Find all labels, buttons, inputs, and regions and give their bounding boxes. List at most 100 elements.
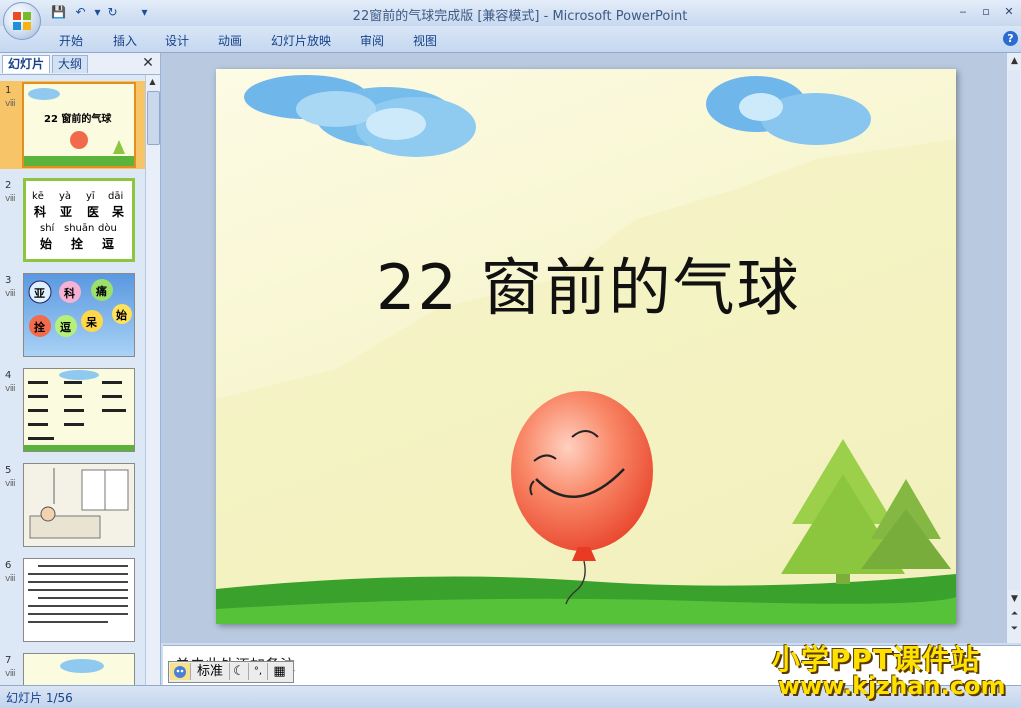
slide-thumbnail-1[interactable]: 22 窗前的气球 — [22, 82, 136, 168]
thumbnail-4-art — [24, 370, 134, 451]
slide-number: 5 — [5, 465, 12, 476]
slide-title[interactable]: 22 窗前的气球 — [376, 237, 801, 327]
thumbnail-row[interactable]: 7 ⅷ — [0, 651, 145, 685]
thumbnail-row[interactable]: 3 ⅷ 亚 科 痛 拴 逗 呆 始 — [0, 271, 145, 359]
tab-view[interactable]: 视图 — [413, 32, 437, 49]
thumbnail-1-title: 22 窗前的气球 — [44, 114, 112, 125]
balloon-char: 始 — [116, 309, 127, 322]
redo-icon[interactable]: ↻ — [104, 4, 121, 20]
pinyin: yà — [59, 191, 72, 202]
undo-icon[interactable]: ↶ — [72, 4, 89, 20]
slide-number: 6 — [5, 560, 12, 571]
thumbnail-7-art — [60, 659, 104, 673]
ime-keyboard-icon[interactable]: ▦ — [268, 663, 291, 680]
scroll-track[interactable] — [1008, 70, 1020, 590]
close-icon[interactable]: ✕ — [140, 55, 156, 71]
thumbnail-row[interactable]: 5 ⅷ — [0, 461, 145, 549]
tab-review[interactable]: 审阅 — [360, 32, 384, 49]
slide-number: 1 — [5, 85, 12, 96]
pinyin: shuān — [64, 223, 95, 234]
thumbnail-list: 1 ⅷ 22 窗前的气球 2 ⅷ kē yà yī dāi 科 亚 医 呆 sh… — [0, 75, 145, 685]
slide-thumbnail-6[interactable] — [23, 558, 135, 642]
thumbnail-1-art — [24, 88, 134, 166]
save-icon[interactable]: 💾 — [50, 4, 67, 20]
balloon-char: 亚 — [34, 287, 45, 300]
scroll-down-icon[interactable]: ▼ — [1008, 593, 1021, 606]
thumbnail-row[interactable]: 2 ⅷ kē yà yī dāi 科 亚 医 呆 shí shuān dòu 始… — [0, 176, 145, 264]
balloon-char: 痛 — [96, 285, 107, 298]
slide-number: 3 — [5, 275, 12, 286]
hanzi: 医 — [87, 205, 100, 219]
slide-thumbnail-7[interactable] — [23, 653, 135, 685]
scroll-up-icon[interactable]: ▲ — [1008, 55, 1021, 68]
restore-button[interactable]: ▫ — [975, 3, 997, 20]
ime-punctuation-icon[interactable]: °, — [249, 663, 268, 680]
pinyin: yī — [86, 191, 95, 202]
slides-panel: 幻灯片 大纲 ✕ 1 ⅷ 22 窗前的气球 2 ⅷ kē yà yī dāi 科… — [0, 53, 161, 685]
thumbnail-scrollbar[interactable]: ▲ — [145, 75, 160, 685]
ime-mode-button[interactable]: 标准 — [191, 663, 230, 680]
cloud-right-icon — [706, 76, 871, 145]
tab-design[interactable]: 设计 — [165, 32, 189, 49]
slide-thumbnail-5[interactable] — [23, 463, 135, 547]
ribbon-tab-bar — [0, 26, 1021, 53]
office-button[interactable] — [3, 2, 41, 40]
cloud-left-icon — [244, 75, 476, 157]
hanzi: 亚 — [60, 205, 73, 219]
tab-home[interactable]: 开始 — [59, 32, 83, 49]
thumbnail-6-text-art — [28, 565, 128, 623]
scroll-thumb[interactable] — [147, 91, 160, 145]
tab-animations[interactable]: 动画 — [218, 32, 242, 49]
pinyin: kē — [32, 191, 44, 202]
slide-scrollbar[interactable]: ▲ ▼ ⏶ ⏷ — [1006, 53, 1021, 643]
customize-toolbar-icon[interactable]: ▾ — [136, 4, 153, 20]
ime-logo-icon[interactable] — [170, 663, 191, 680]
animation-icon: ⅷ — [5, 289, 16, 299]
animation-icon: ⅷ — [5, 574, 16, 584]
tab-slides[interactable]: 幻灯片 — [2, 55, 51, 73]
help-icon[interactable]: ? — [1003, 31, 1018, 46]
next-slide-icon[interactable]: ⏷ — [1008, 623, 1021, 636]
tab-outline[interactable]: 大纲 — [52, 55, 89, 73]
close-button[interactable]: ✕ — [998, 3, 1020, 20]
slide-background-art — [216, 75, 956, 624]
slide-thumbnail-4[interactable] — [23, 368, 135, 452]
ime-halfwidth-icon[interactable]: ☾ — [230, 663, 249, 680]
panel-tabs: 幻灯片 大纲 ✕ — [0, 53, 160, 75]
slide-number: 2 — [5, 180, 12, 191]
previous-slide-icon[interactable]: ⏶ — [1008, 608, 1021, 621]
balloon-char: 呆 — [86, 316, 97, 329]
office-logo-icon — [13, 12, 31, 30]
minimize-button[interactable]: ‒ — [952, 3, 974, 20]
hanzi: 拴 — [71, 237, 84, 251]
animation-icon: ⅷ — [5, 194, 16, 204]
animation-icon: ⅷ — [5, 669, 16, 679]
hanzi: 逗 — [102, 237, 115, 251]
hanzi: 呆 — [112, 205, 125, 219]
slide-number: 7 — [5, 655, 12, 666]
slide-number: 4 — [5, 370, 12, 381]
thumbnail-row[interactable]: 1 ⅷ 22 窗前的气球 — [0, 81, 145, 169]
animation-icon: ⅷ — [5, 479, 16, 489]
balloon-char: 科 — [64, 287, 75, 300]
current-slide[interactable]: 22 窗前的气球 — [216, 69, 956, 624]
scroll-up-icon[interactable]: ▲ — [147, 77, 158, 88]
slide-thumbnail-2[interactable]: kē yà yī dāi 科 亚 医 呆 shí shuān dòu 始 拴 逗 — [23, 178, 135, 262]
slide-thumbnail-3[interactable]: 亚 科 痛 拴 逗 呆 始 — [23, 273, 135, 357]
balloon-char: 拴 — [34, 321, 45, 334]
watermark-url: www.kjzhan.com — [778, 672, 1006, 700]
pinyin: dòu — [98, 223, 117, 234]
thumbnail-5-hospital-art — [29, 468, 129, 539]
thumbnail-row[interactable]: 4 ⅷ — [0, 366, 145, 454]
slide-counter: 幻灯片 1/56 — [6, 691, 73, 705]
animation-icon: ⅷ — [5, 99, 16, 109]
pinyin: dāi — [108, 191, 124, 202]
ime-toolbar[interactable]: 标准 ☾ °, ▦ — [168, 661, 294, 683]
balloon-char: 逗 — [60, 321, 71, 334]
hanzi: 始 — [40, 237, 53, 251]
tab-insert[interactable]: 插入 — [113, 32, 137, 49]
animation-icon: ⅷ — [5, 384, 16, 394]
hanzi: 科 — [34, 205, 47, 219]
tab-slideshow[interactable]: 幻灯片放映 — [271, 32, 331, 49]
thumbnail-row[interactable]: 6 ⅷ — [0, 556, 145, 644]
